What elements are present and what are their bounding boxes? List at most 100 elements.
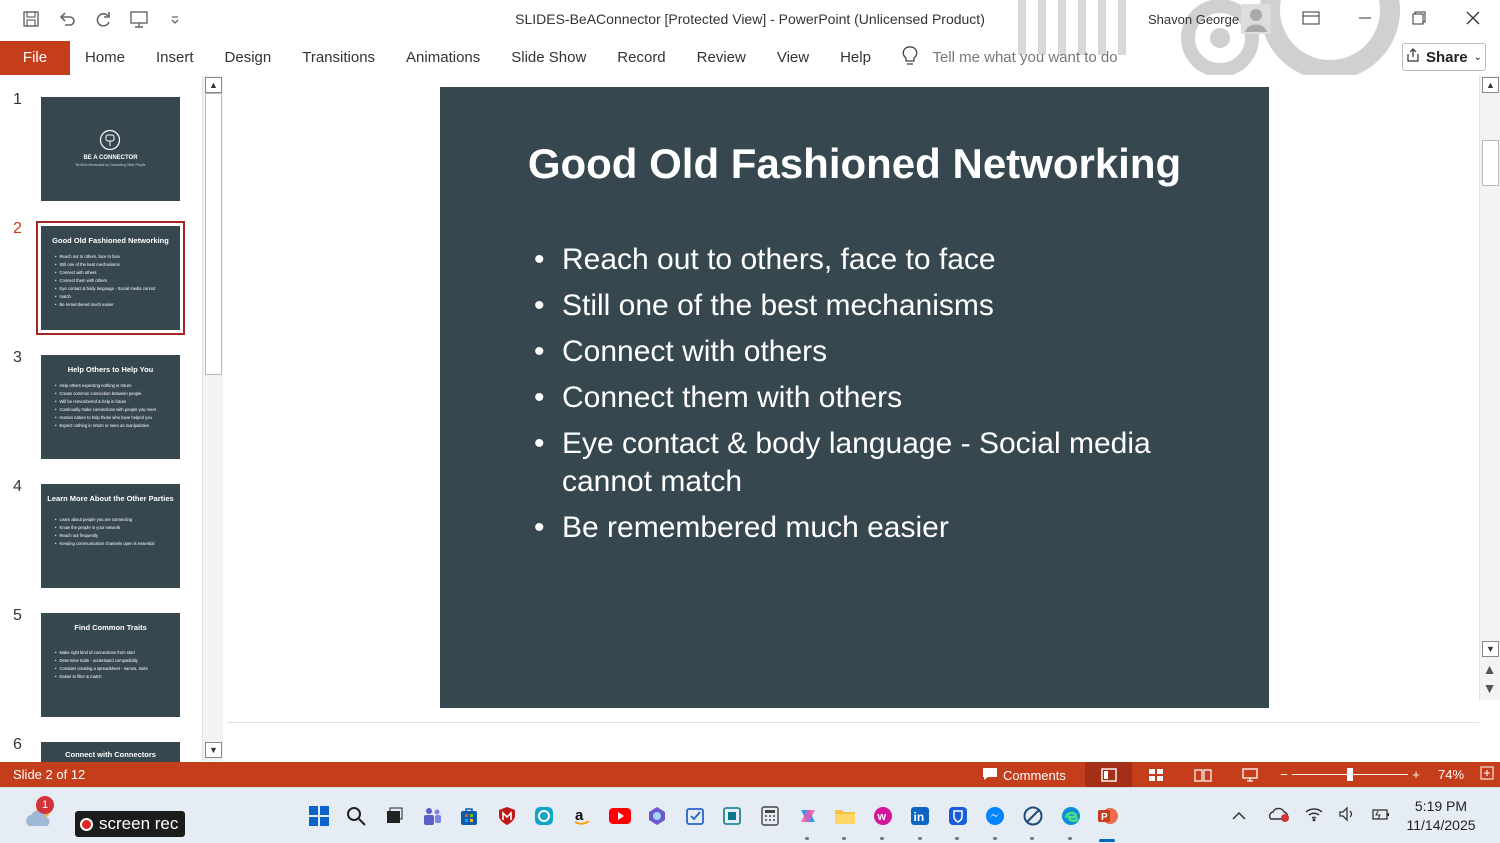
zoom-in-icon[interactable]: +: [1408, 767, 1424, 782]
thumbnail-bullet: Connect them with others: [55, 277, 180, 285]
scroll-down-icon[interactable]: ▼: [205, 742, 222, 758]
normal-view-icon[interactable]: [1085, 762, 1132, 787]
thumbnail-item[interactable]: 6 Connect with Connectors: [0, 725, 202, 762]
thumbnail-slide-1[interactable]: BE A CONNECTOR Be More Memorable by Conn…: [41, 97, 180, 201]
powerpoint-icon[interactable]: P: [1089, 800, 1127, 842]
thumbnail-bullet: Make right kind of connections from star…: [55, 649, 180, 657]
share-label: Share: [1425, 48, 1468, 66]
todo-icon[interactable]: [676, 800, 714, 832]
copilot-icon[interactable]: [789, 800, 827, 840]
store-icon[interactable]: [450, 800, 488, 832]
tell-me-placeholder: Tell me what you want to do: [932, 49, 1118, 66]
thumbnail-slide-5[interactable]: Find Common Traits Make right kind of co…: [41, 613, 180, 717]
thumbnail-item[interactable]: 4 Learn More About the Other Parties Lea…: [0, 467, 202, 588]
thumbnails-scrollbar[interactable]: ▲ ▼: [202, 76, 223, 761]
editor-scrollbar[interactable]: ▲ ▼: [1479, 76, 1500, 700]
thumbnail-slide-2[interactable]: Good Old Fashioned Networking Reach out …: [36, 221, 185, 335]
zoom-level[interactable]: 74%: [1438, 767, 1472, 782]
onedrive-icon[interactable]: [1268, 806, 1290, 826]
scroll-down-icon[interactable]: ▼: [1482, 641, 1499, 657]
close-icon[interactable]: [1446, 0, 1500, 36]
restore-icon[interactable]: [1392, 0, 1446, 36]
teams-icon[interactable]: [413, 800, 451, 832]
comments-button[interactable]: Comments: [982, 767, 1066, 784]
wifi-icon[interactable]: [1304, 806, 1324, 826]
edge-icon[interactable]: [1052, 800, 1090, 840]
start-icon[interactable]: [300, 800, 338, 832]
app-icon[interactable]: [1014, 800, 1052, 840]
screenrec-widget[interactable]: screen rec: [75, 811, 185, 837]
present-from-start-icon[interactable]: [128, 8, 150, 35]
next-slide-icon[interactable]: ▼: [1481, 679, 1498, 698]
zoom-slider[interactable]: [1292, 762, 1408, 787]
thumbnail-item[interactable]: 3 Help Others to Help You Help others ex…: [0, 338, 202, 459]
thumbnail-item[interactable]: 5 Find Common Traits Make right kind of …: [0, 596, 202, 717]
thumbnail-title: Connect with Connectors: [65, 750, 156, 759]
tab-design[interactable]: Design: [209, 49, 287, 66]
slide-bullet: Connect them with others: [534, 379, 1244, 417]
messenger-icon[interactable]: [977, 800, 1015, 840]
notes-divider[interactable]: [227, 722, 1479, 723]
window-title: SLIDES-BeAConnector [Protected View] - P…: [515, 11, 985, 27]
undo-icon[interactable]: [56, 8, 78, 35]
save-icon[interactable]: [20, 8, 42, 35]
amazon-icon[interactable]: a: [563, 800, 601, 832]
tab-insert[interactable]: Insert: [141, 49, 210, 66]
scrollbar-thumb[interactable]: [1482, 140, 1499, 186]
tab-view[interactable]: View: [761, 49, 824, 66]
mcafee-icon[interactable]: [488, 800, 526, 832]
thumbnail-slide-4[interactable]: Learn More About the Other Parties Learn…: [41, 484, 180, 588]
tab-review[interactable]: Review: [681, 49, 761, 66]
scrollbar-thumb[interactable]: [205, 93, 222, 375]
app-icon[interactable]: [638, 800, 676, 832]
file-explorer-icon[interactable]: [826, 800, 864, 840]
scroll-up-icon[interactable]: ▲: [205, 77, 222, 93]
redo-icon[interactable]: [92, 8, 114, 35]
calculator-icon[interactable]: [751, 800, 789, 832]
reading-view-icon[interactable]: [1179, 762, 1226, 787]
ribbon-display-options-icon[interactable]: [1284, 0, 1338, 36]
thumbnail-slide-6[interactable]: Connect with Connectors: [41, 742, 180, 762]
tab-animations[interactable]: Animations: [391, 49, 496, 66]
slide-sorter-icon[interactable]: [1132, 762, 1179, 787]
volume-icon[interactable]: [1338, 806, 1356, 826]
current-slide[interactable]: Good Old Fashioned Networking Reach out …: [440, 87, 1269, 708]
user-name[interactable]: Shavon George: [1148, 12, 1239, 27]
avatar[interactable]: [1241, 4, 1271, 34]
slide-show-icon[interactable]: [1226, 762, 1273, 787]
battery-icon[interactable]: [1370, 806, 1390, 826]
youtube-icon[interactable]: [601, 800, 639, 832]
thumbnail-item[interactable]: 2 Good Old Fashioned Networking Reach ou…: [0, 209, 202, 335]
slide-title[interactable]: Good Old Fashioned Networking: [440, 140, 1269, 188]
zoom-out-icon[interactable]: −: [1276, 767, 1292, 782]
thumbnail-slide-3[interactable]: Help Others to Help You Help others expe…: [41, 355, 180, 459]
taskbar-clock[interactable]: 5:19 PM 11/14/2025: [1400, 797, 1482, 835]
bitwarden-icon[interactable]: [939, 800, 977, 840]
share-button[interactable]: Share ⌄: [1402, 43, 1486, 71]
view-buttons: [1085, 762, 1273, 787]
tab-record[interactable]: Record: [602, 49, 681, 66]
tab-file[interactable]: File: [0, 40, 70, 75]
search-icon[interactable]: [338, 800, 376, 832]
app-icon[interactable]: w: [864, 800, 902, 840]
tab-slide-show[interactable]: Slide Show: [496, 49, 602, 66]
minimize-icon[interactable]: [1338, 0, 1392, 36]
screenrec-label: screen rec: [99, 814, 179, 833]
tab-help[interactable]: Help: [825, 49, 887, 66]
linkedin-icon[interactable]: in: [902, 800, 940, 840]
tab-transitions[interactable]: Transitions: [287, 49, 391, 66]
tell-me-search[interactable]: Tell me what you want to do: [902, 45, 1118, 70]
scroll-up-icon[interactable]: ▲: [1482, 77, 1499, 93]
fit-to-window-icon[interactable]: [1480, 766, 1494, 783]
thumbnail-item[interactable]: 1 BE A CONNECTOR Be More Memorable by Co…: [0, 80, 202, 201]
app-icon[interactable]: [526, 800, 564, 832]
task-view-icon[interactable]: [375, 800, 413, 832]
tab-home[interactable]: Home: [70, 49, 141, 66]
previous-slide-icon[interactable]: ▲: [1481, 660, 1498, 679]
app-icon[interactable]: [714, 800, 752, 832]
svg-text:P: P: [1101, 812, 1108, 823]
customize-qat-icon[interactable]: [164, 8, 186, 35]
chevron-up-icon[interactable]: [1232, 808, 1246, 825]
thumbnail-bullet: Continually make connections with people…: [55, 406, 180, 414]
slide-bullet-list[interactable]: Reach out to others, face to face Still …: [534, 241, 1244, 555]
